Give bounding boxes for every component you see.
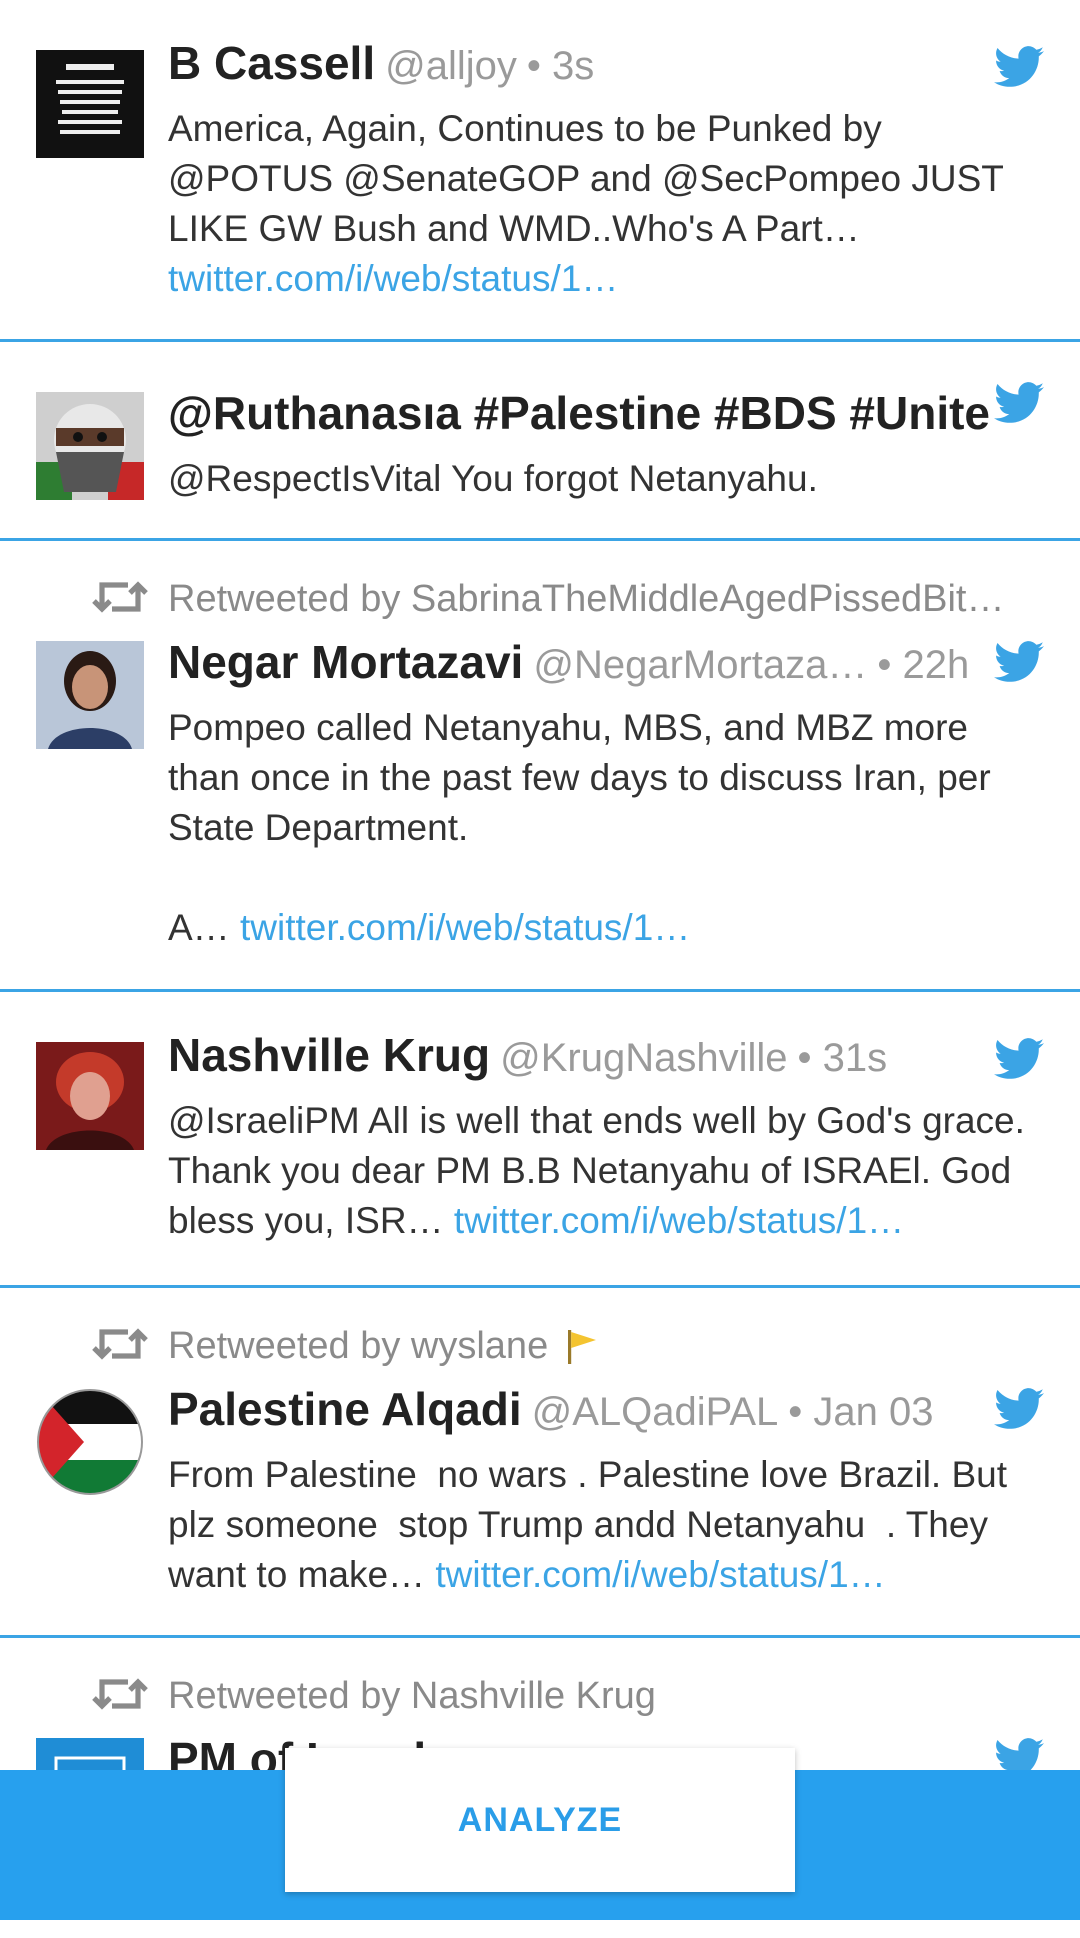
tweet-text: Pompeo called Netanyahu, MBS, and MBZ mo… [168, 707, 991, 948]
tweet-item[interactable]: Retweeted by wyslane Palestine Alqadi @A… [0, 1288, 1080, 1638]
retweet-line: Retweeted by wyslane [92, 1320, 1044, 1372]
retweeted-by[interactable]: Retweeted by SabrinaTheMiddleAgedPissedB… [168, 578, 1004, 621]
tweet-link[interactable]: twitter.com/i/web/status/1… [240, 907, 690, 948]
tweet-text: America, Again, Continues to be Punked b… [168, 108, 1014, 299]
twitter-bird-icon [994, 641, 1044, 682]
retweet-line: Retweeted by SabrinaTheMiddleAgedPissedB… [92, 573, 1044, 625]
author-name[interactable]: @Ruthanasıa #Palestine #BDS #Unite [168, 386, 990, 440]
tweet-text: @RespectIsVital You forgot Netanyahu. [168, 458, 818, 499]
timestamp: • 22h [877, 643, 970, 687]
tweet-item[interactable]: @Ruthanasıa #Palestine #BDS #Unite @Resp… [0, 342, 1080, 541]
author-handle[interactable]: @alljoy [385, 44, 517, 89]
tweet-feed[interactable]: B Cassell @alljoy • 3s America, Again, C… [0, 0, 1080, 1938]
avatar[interactable] [36, 392, 144, 500]
author-name[interactable]: Negar Mortazavi [168, 635, 523, 689]
tweet-item[interactable]: Nashville Krug @KrugNashville • 31s @Isr… [0, 992, 1080, 1288]
timestamp: • 3s [526, 44, 595, 88]
timestamp: • 31s [797, 1036, 888, 1080]
tweet-link[interactable]: twitter.com/i/web/status/1… [168, 258, 618, 299]
retweeted-by[interactable]: Retweeted by Nashville Krug [168, 1675, 656, 1718]
tweet-link[interactable]: twitter.com/i/web/status/1… [454, 1200, 904, 1241]
author-name[interactable]: Palestine Alqadi [168, 1382, 522, 1436]
retweeted-by[interactable]: Retweeted by wyslane [168, 1325, 548, 1368]
twitter-bird-icon [994, 46, 1044, 87]
twitter-bird-icon [994, 1038, 1044, 1079]
author-name[interactable]: B Cassell [168, 36, 375, 90]
avatar[interactable] [36, 50, 144, 158]
author-name[interactable]: Nashville Krug [168, 1028, 490, 1082]
tweet-text: From Palestine no wars . Palestine love … [168, 1454, 1018, 1595]
twitter-bird-icon [994, 382, 1044, 423]
tweet-item[interactable]: Retweeted by SabrinaTheMiddleAgedPissedB… [0, 541, 1080, 992]
avatar[interactable] [36, 1042, 144, 1150]
twitter-bird-icon [994, 1388, 1044, 1429]
retweet-line: Retweeted by Nashville Krug [92, 1670, 1044, 1722]
avatar[interactable] [36, 1388, 144, 1496]
tweet-text: @IsraeliPM All is well that ends well by… [168, 1100, 1035, 1241]
flag-icon [568, 1330, 597, 1364]
author-handle[interactable]: @NegarMortaza… [533, 643, 867, 688]
avatar[interactable] [36, 641, 144, 749]
tweet-link[interactable]: twitter.com/i/web/status/1… [435, 1554, 885, 1595]
timestamp: • Jan 03 [788, 1390, 934, 1434]
tweet-item[interactable]: B Cassell @alljoy • 3s America, Again, C… [0, 0, 1080, 342]
author-handle[interactable]: @KrugNashville [500, 1036, 787, 1081]
author-handle[interactable]: @ALQadiPAL [532, 1390, 779, 1435]
analyze-button[interactable]: ANALYZE [285, 1748, 795, 1892]
